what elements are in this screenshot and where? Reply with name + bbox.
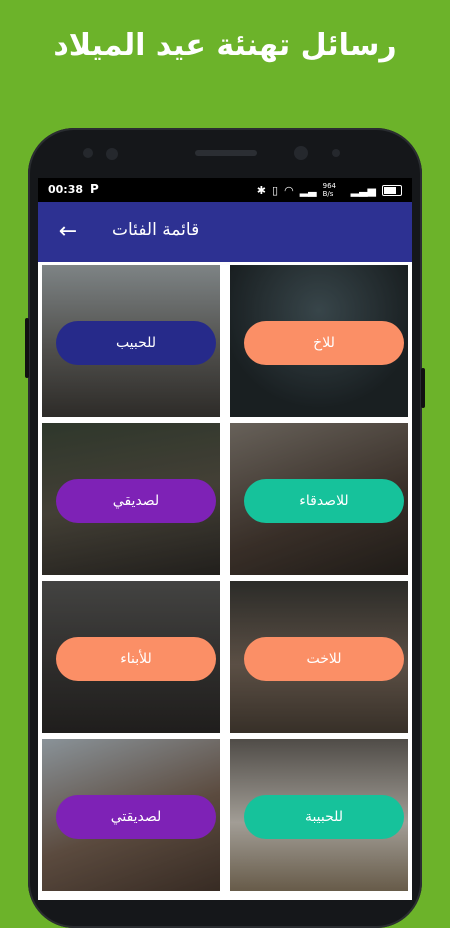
network-speed: 964 B/s [322,182,336,198]
category-card-my-friend-female[interactable]: لصديقتي [42,739,220,891]
category-grid: للاخ للحبيب للاصدقاء لصديقي للاخت للأبنا… [38,262,412,900]
phone-screen: 00:38 P ✱ ▯ ◠ ▂▃ 964 B/s ▂▃▅ ← قائمة الف… [38,178,412,900]
back-button[interactable]: ← [54,218,82,246]
vibrate-icon: ▯ [272,183,279,197]
app-bar: ← قائمة الفئات [38,202,412,262]
category-label: للحبيب [56,321,216,365]
status-time: 00:38 [48,183,84,196]
category-label: للاخت [244,637,404,681]
arrow-left-icon: ← [58,219,78,244]
category-label: لصديقتي [56,795,216,839]
app-notification-icon: P [90,182,99,196]
category-card-sister[interactable]: للاخت [230,581,408,733]
category-card-beloved-male[interactable]: للحبيب [42,265,220,417]
category-card-children[interactable]: للأبناء [42,581,220,733]
category-label: للاصدقاء [244,479,404,523]
sensor-dot [332,149,340,157]
earpiece-speaker [195,150,257,156]
category-label: لصديقي [56,479,216,523]
category-card-beloved-female[interactable]: للحبيبة [230,739,408,891]
sensor-dot [83,148,93,158]
promo-headline: رسائل تهنئة عيد الميلاد [53,28,397,63]
category-card-brother[interactable]: للاخ [230,265,408,417]
category-label: للحبيبة [244,795,404,839]
signal-icon: ▂▃▅ [350,183,376,197]
volume-button [25,318,29,378]
page-title: قائمة الفئات [112,220,200,240]
category-card-friends[interactable]: للاصدقاء [230,423,408,575]
wifi-icon: ◠ [284,183,294,197]
status-bar: 00:38 P ✱ ▯ ◠ ▂▃ 964 B/s ▂▃▅ [38,178,412,202]
signal-icon: ▂▃ [299,183,317,197]
category-label: للأبناء [56,637,216,681]
bluetooth-icon: ✱ [256,183,267,197]
power-button [421,368,425,408]
category-label: للاخ [244,321,404,365]
sensor-dot [106,148,118,160]
category-card-my-friend-male[interactable]: لصديقي [42,423,220,575]
battery-icon [382,184,402,196]
front-camera [294,146,308,160]
